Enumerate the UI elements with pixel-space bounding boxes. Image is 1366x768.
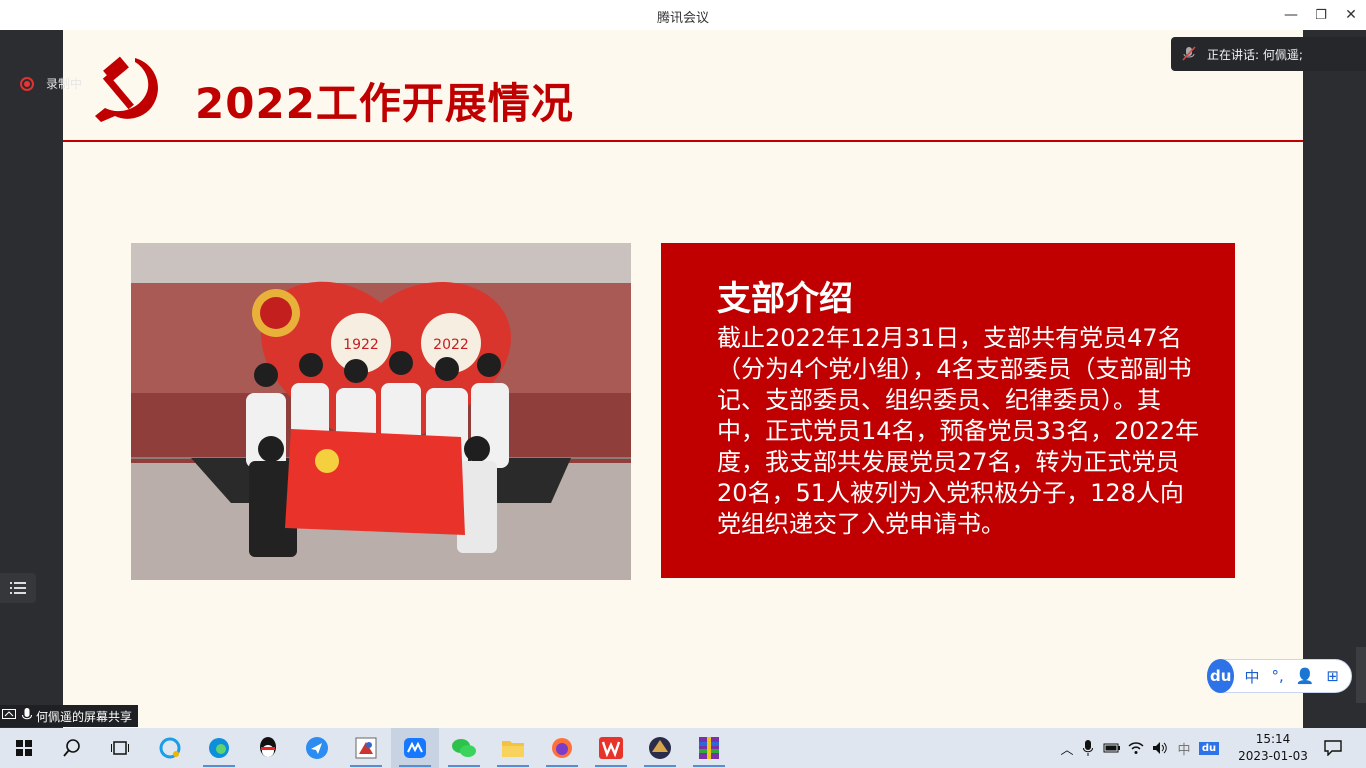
windows-taskbar: ︿ 中 du 15:14 2023-01-03 [0,728,1366,768]
ime-menu-icon[interactable]: ⊞ [1326,667,1339,685]
volume-meter [1356,647,1366,703]
screen-share-label: 何佩遥的屏幕共享 [0,705,139,727]
share-owner: 何佩遥的屏幕共享 [36,709,133,724]
close-button[interactable]: ✕ [1336,0,1366,30]
windows-start-icon[interactable] [0,728,48,768]
baidu-ime-toolbar[interactable]: du 中 °, 👤 ⊞ [1207,659,1352,693]
recording-indicator[interactable]: 录制中 [20,75,82,92]
qq-icon[interactable] [244,728,292,768]
branch-intro-box: 支部介绍 截止2022年12月31日，支部共有党员47名（分为4个党小组），4名… [661,243,1235,578]
meeting-stage: 2022工作开展情况 1922 2022 支部介绍 截止2022年12月31日，… [0,30,1366,728]
task-view-icon[interactable] [96,728,144,768]
photo-year-2022: 2022 [433,337,469,353]
wps-icon[interactable] [587,728,635,768]
screen-share-icon [2,708,16,724]
group-photo: 1922 2022 [131,243,631,580]
tray-wifi-icon[interactable] [1124,741,1148,755]
slide-divider [63,140,1303,142]
branch-intro-heading: 支部介绍 [717,279,853,319]
ime-lang-toggle[interactable]: 中 [1244,666,1259,687]
party-emblem-icon [95,56,158,122]
ime-user-icon[interactable]: 👤 [1296,667,1315,685]
clock-date: 2023-01-03 [1238,749,1308,763]
slide-header: 2022工作开展情况 [63,30,1303,142]
system-tray: ︿ 中 du [1058,728,1222,768]
mic-icon [22,707,32,725]
window-titlebar: 腾讯会议 — ❐ ✕ [0,0,1366,30]
record-icon [20,76,34,91]
baidu-ime-logo-icon[interactable]: du [1207,659,1235,693]
restore-button[interactable]: ❐ [1306,0,1336,30]
feishu-icon[interactable] [293,728,341,768]
browser-360-icon[interactable] [146,728,194,768]
tray-volume-icon[interactable] [1148,741,1172,755]
edge-icon[interactable] [195,728,243,768]
member-list-icon[interactable] [0,573,36,603]
clock-time: 15:14 [1255,732,1291,746]
recording-label: 录制中 [46,77,83,91]
window-title: 腾讯会议 [656,11,709,26]
file-explorer-icon[interactable] [489,728,537,768]
tray-ime-language[interactable]: 中 [1172,739,1196,758]
app-icon[interactable] [342,728,390,768]
minimize-button[interactable]: — [1276,0,1306,30]
ime-punctuation-toggle[interactable]: °, [1271,667,1283,685]
muted-mic-icon [1171,46,1207,62]
tray-mic-icon[interactable] [1076,740,1100,756]
tencent-meeting-icon[interactable] [391,728,439,768]
speaking-indicator: 正在讲话: 何佩遥; [1171,37,1366,71]
branch-intro-text: 截止2022年12月31日，支部共有党员47名（分为4个党小组），4名支部委员（… [717,324,1200,538]
shared-slide: 2022工作开展情况 1922 2022 支部介绍 截止2022年12月31日，… [63,30,1303,728]
speaking-text: 正在讲话: 何佩遥; [1207,47,1303,62]
app-game-icon[interactable] [636,728,684,768]
wechat-icon[interactable] [440,728,488,768]
taskbar-clock[interactable]: 15:14 2023-01-03 [1232,731,1314,765]
search-icon[interactable] [48,728,96,768]
slide-title: 2022工作开展情况 [195,79,574,128]
photo-year-1922: 1922 [343,337,379,353]
tray-battery-icon[interactable] [1100,742,1124,754]
notification-center-icon[interactable] [1312,728,1354,768]
winrar-icon[interactable] [685,728,733,768]
tray-baidu-ime-icon[interactable]: du [1196,741,1222,755]
firefox-icon[interactable] [538,728,586,768]
tray-expand-chevron-icon[interactable]: ︿ [1058,739,1076,758]
